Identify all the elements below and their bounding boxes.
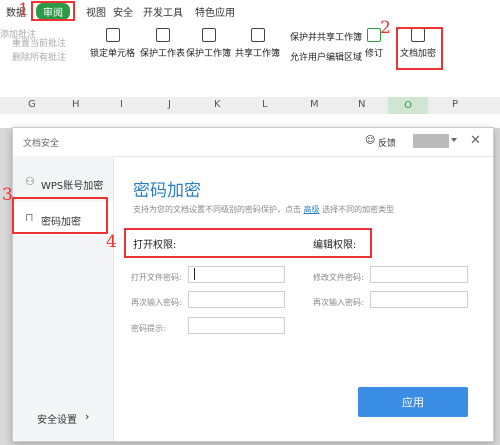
edit-password-input[interactable] — [370, 266, 468, 283]
avatar[interactable] — [413, 134, 449, 148]
protect-book-button[interactable]: 保护工作簿 — [186, 28, 231, 59]
protect-book-label: 保护工作簿 — [186, 49, 232, 59]
column-l[interactable]: L — [262, 99, 268, 110]
formula-bar[interactable] — [0, 72, 500, 98]
annotation-number-3: 3 — [2, 185, 13, 205]
edit-confirm-input[interactable] — [370, 291, 468, 308]
book-lock-icon — [201, 28, 216, 42]
share-book-label: 共享工作簿 — [235, 49, 281, 59]
sheet-row[interactable] — [0, 114, 500, 128]
dialog-title-bar: 文档安全 ☺ 反馈 ✕ — [13, 128, 493, 157]
chevron-right-icon: › — [85, 410, 90, 423]
column-j[interactable]: J — [168, 99, 171, 110]
column-p[interactable]: P — [452, 99, 458, 110]
user-icon: ⚇ — [25, 175, 35, 188]
annotation-box-1 — [31, 1, 75, 21]
protect-sheet-label: 保护工作表 — [140, 49, 186, 59]
column-i[interactable]: I — [120, 99, 123, 110]
ribbon-item-reset-comment[interactable]: 重置当前批注 — [12, 36, 66, 49]
column-k[interactable]: K — [214, 99, 221, 110]
share-book-button[interactable]: 共享工作簿 — [235, 28, 280, 59]
feedback-icon[interactable]: ☺ — [365, 135, 375, 146]
apply-button[interactable]: 应用 — [358, 387, 468, 417]
open-password-label: 打开文件密码: — [131, 273, 182, 282]
tab-view[interactable]: 视图 — [86, 4, 106, 19]
annotation-number-2: 2 — [380, 18, 391, 38]
revise-icon — [367, 28, 381, 42]
edit-confirm-label: 再次输入密码: — [313, 298, 364, 307]
open-confirm-label: 再次输入密码: — [131, 298, 182, 307]
dialog-description: 支持为您的文档设置不同级别的密码保护，点击 高级 选择不同的加密类型 — [133, 204, 394, 215]
column-o-selected[interactable]: O — [388, 97, 428, 114]
open-confirm-input[interactable] — [188, 291, 285, 308]
ribbon-item-delete-comments[interactable]: 删除所有批注 — [12, 50, 66, 63]
feedback-link[interactable]: 反馈 — [378, 136, 396, 149]
sidebar-item-security-settings[interactable]: 安全设置 › — [13, 400, 113, 434]
column-m[interactable]: M — [310, 99, 319, 110]
tab-special-apps[interactable]: 特色应用 — [195, 4, 235, 19]
lock-icon — [105, 28, 120, 42]
annotation-number-1: 1 — [18, 0, 29, 20]
sidebar-item-wps-account[interactable]: ⚇ WPS账号加密 — [13, 166, 113, 200]
tab-security[interactable]: 安全 — [113, 4, 133, 19]
menu-bar: 数据 审阅 视图 安全 开发工具 特色应用 — [0, 0, 500, 22]
column-g[interactable]: G — [28, 99, 36, 110]
dialog-title: 文档安全 — [23, 139, 60, 149]
allow-edit-range-button[interactable]: 允许用户编辑区域 — [290, 50, 362, 63]
protect-share-book-button[interactable]: 保护并共享工作簿 — [290, 30, 362, 43]
chevron-down-icon[interactable] — [451, 138, 457, 142]
open-password-input[interactable] — [188, 266, 285, 283]
page-title: 密码加密 — [133, 181, 201, 201]
password-hint-label: 密码提示: — [131, 324, 166, 333]
protect-sheet-button[interactable]: 保护工作表 — [140, 28, 185, 59]
revise-label: 修订 — [365, 49, 384, 59]
document-security-dialog: 文档安全 ☺ 反馈 ✕ ⚇ WPS账号加密 ⊓ 密码加密 安全设置 › 密码加密… — [12, 127, 494, 442]
text-cursor — [194, 268, 195, 280]
share-icon — [250, 28, 265, 42]
sheet-lock-icon — [155, 28, 170, 42]
column-h[interactable]: H — [72, 99, 80, 110]
edit-password-label: 修改文件密码: — [313, 273, 364, 282]
lock-cell-button[interactable]: 锁定单元格 — [90, 28, 135, 59]
description-text: 支持为您的文档设置不同级别的密码保护，点击 — [133, 205, 301, 214]
tab-dev-tools[interactable]: 开发工具 — [143, 4, 183, 19]
annotation-number-4: 4 — [106, 232, 117, 252]
password-hint-input[interactable] — [188, 317, 285, 334]
sidebar-item-label: WPS账号加密 — [41, 181, 104, 192]
description-text: 选择不同的加密类型 — [322, 205, 395, 214]
column-header: G H I J K L M N O P — [0, 97, 500, 115]
advanced-link[interactable]: 高级 — [304, 205, 320, 214]
lock-cell-label: 锁定单元格 — [90, 49, 136, 59]
annotation-box-3 — [12, 197, 108, 234]
close-icon[interactable]: ✕ — [470, 133, 481, 148]
annotation-box-2 — [396, 27, 443, 70]
sidebar-item-label: 安全设置 — [37, 415, 77, 426]
column-n[interactable]: N — [358, 99, 365, 110]
annotation-box-4 — [124, 228, 372, 258]
